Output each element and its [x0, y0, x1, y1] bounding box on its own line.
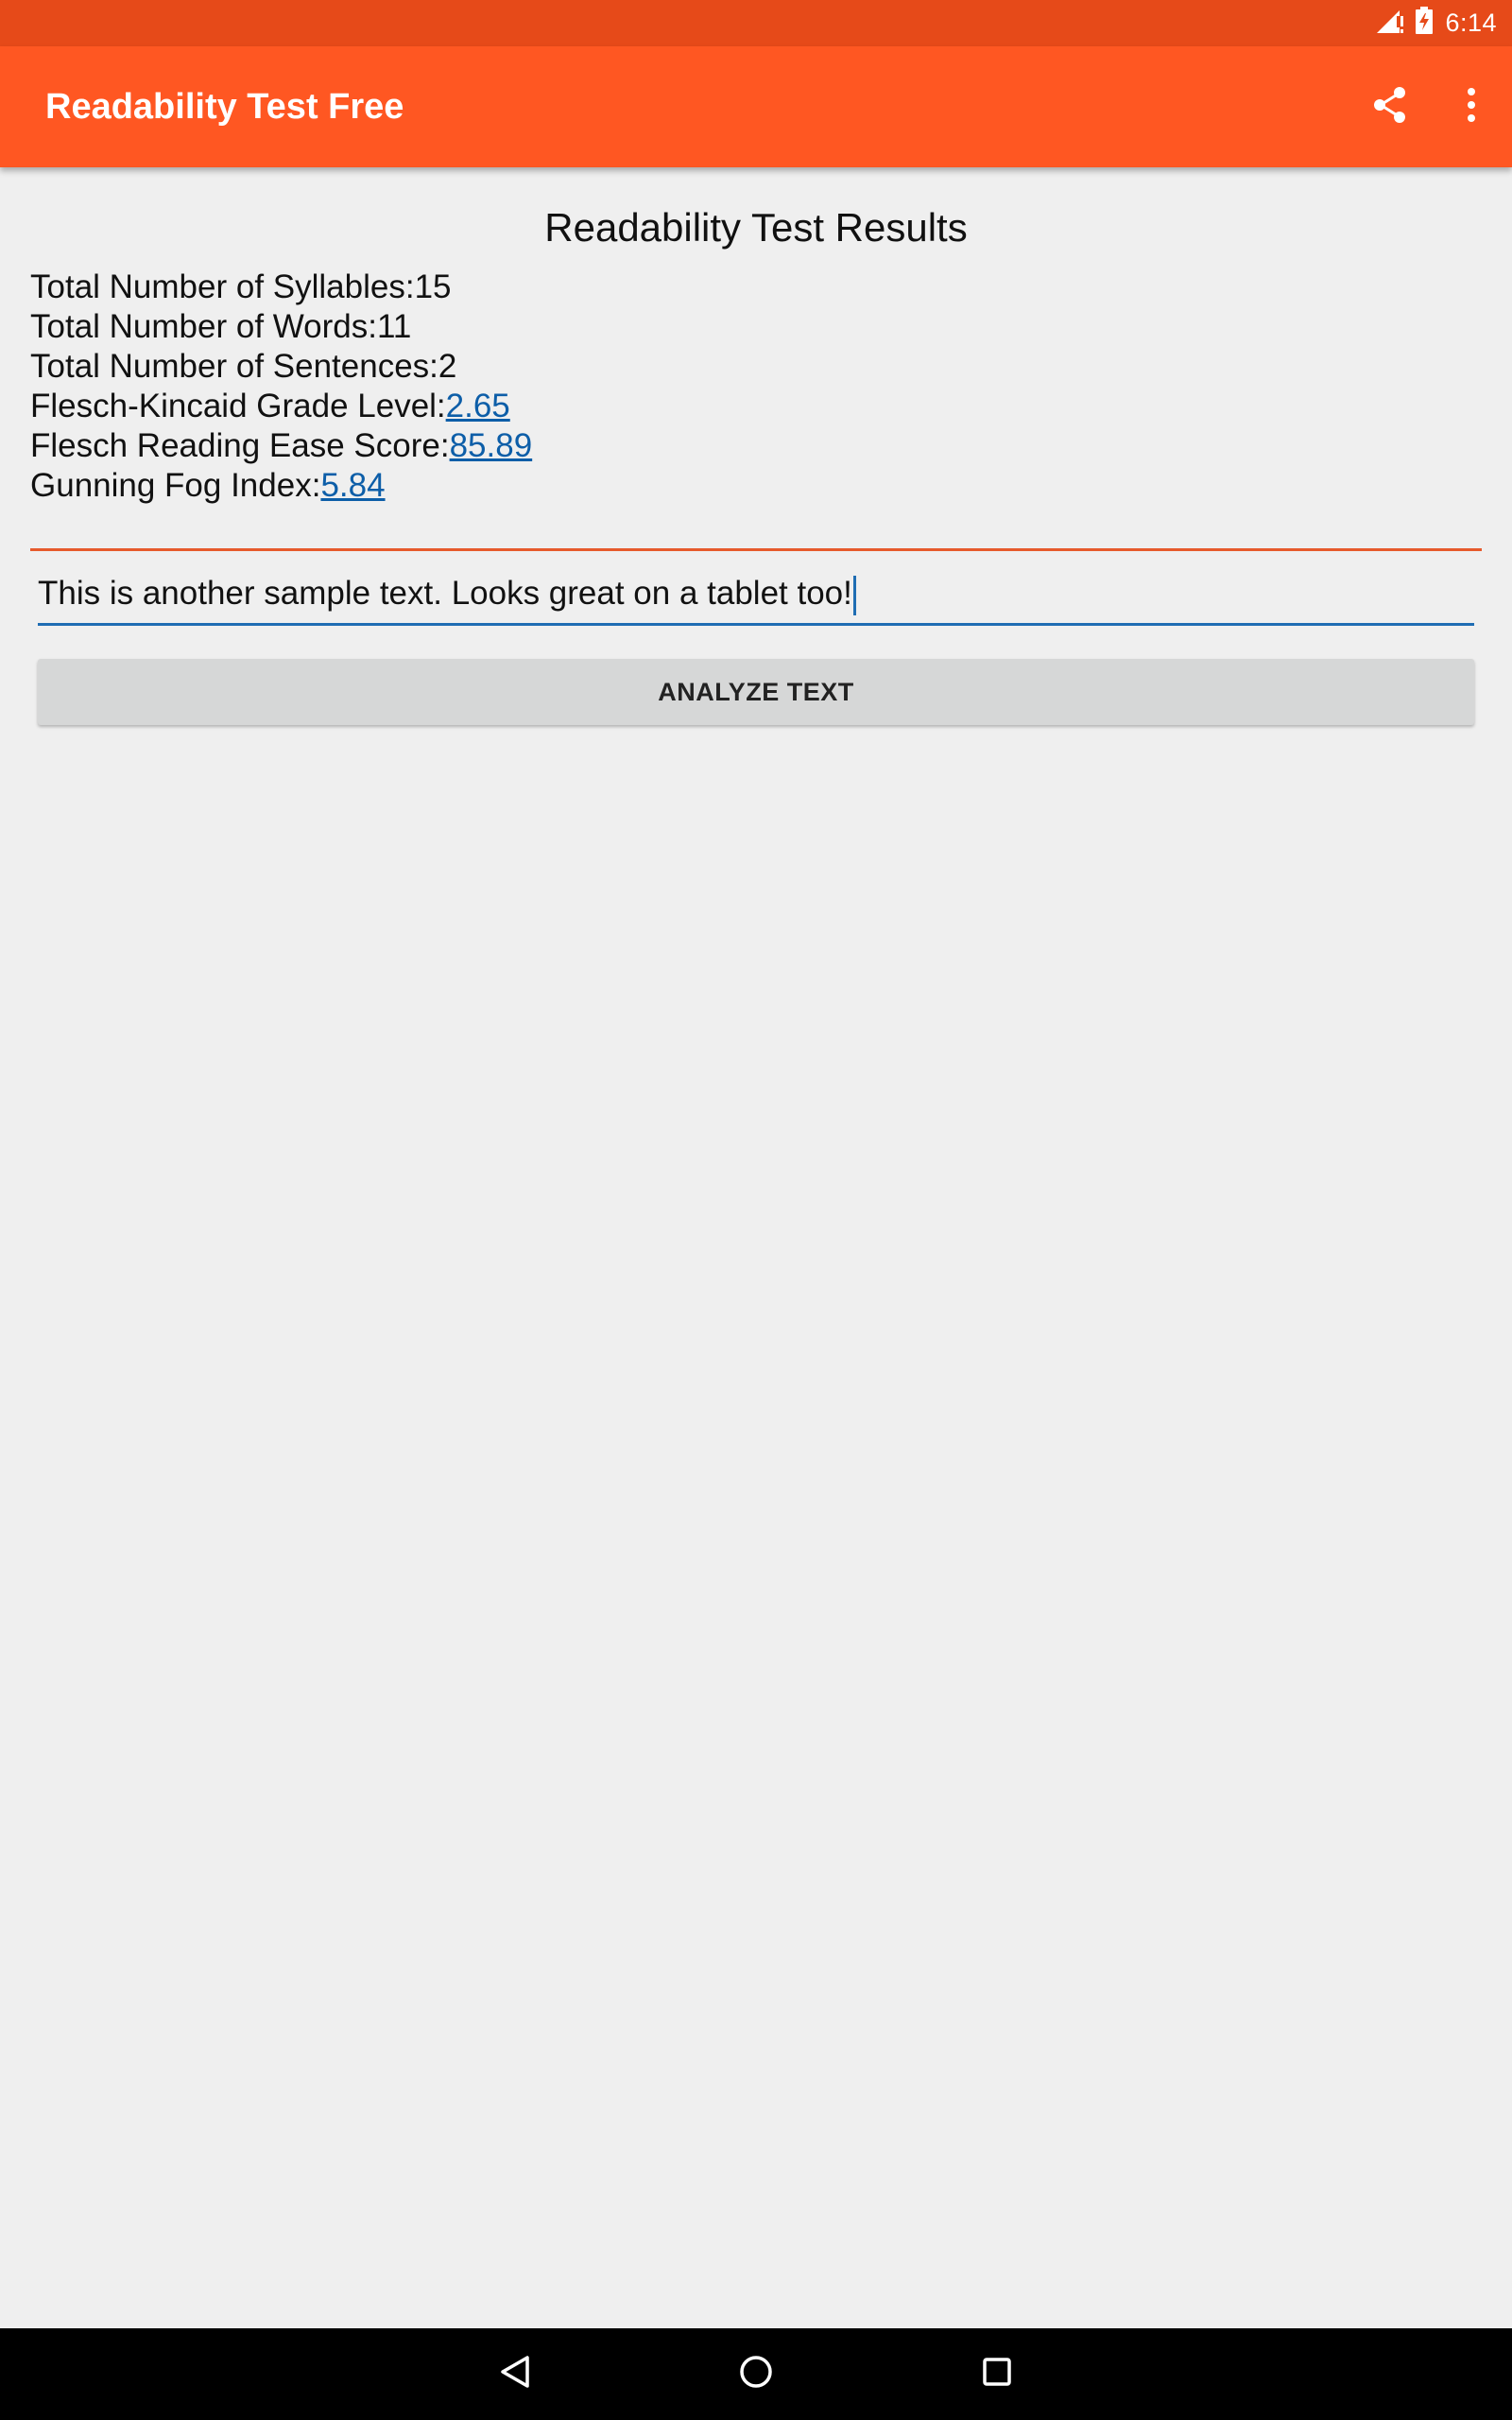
text-cursor: [852, 575, 856, 615]
text-input-value: This is another sample text. Looks great…: [38, 575, 852, 612]
words-row: Total Number of Words:11: [30, 307, 532, 347]
syllables-label: Total Number of Syllables:: [30, 268, 415, 305]
analyze-text-label: ANALYZE TEXT: [658, 677, 854, 706]
results-stats: Total Number of Syllables:15 Total Numbe…: [30, 268, 532, 506]
divider: [30, 548, 1482, 551]
signal-icon: [1375, 7, 1404, 40]
overflow-menu-button[interactable]: [1431, 46, 1512, 167]
overflow-menu-icon: [1466, 86, 1477, 129]
sentences-value: 2: [438, 348, 457, 385]
home-button[interactable]: [699, 2328, 813, 2420]
fog-index-row: Gunning Fog Index:5.84: [30, 466, 532, 506]
syllables-row: Total Number of Syllables:15: [30, 268, 532, 307]
sentences-row: Total Number of Sentences:2: [30, 347, 532, 387]
app-bar: Readability Test Free: [0, 46, 1512, 167]
fk-grade-link[interactable]: 2.65: [446, 388, 510, 424]
flesch-ease-label: Flesch Reading Ease Score:: [30, 427, 450, 464]
navigation-bar: [0, 2328, 1512, 2420]
battery-charging-icon: [1415, 7, 1434, 40]
flesch-ease-link[interactable]: 85.89: [450, 427, 533, 464]
recents-button[interactable]: [940, 2328, 1054, 2420]
status-time: 6:14: [1445, 9, 1497, 37]
app-bar-actions: [1349, 46, 1512, 167]
fk-grade-label: Flesch-Kincaid Grade Level:: [30, 388, 446, 424]
share-icon: [1370, 85, 1410, 130]
syllables-value: 15: [414, 268, 452, 305]
status-bar: 6:14: [0, 0, 1512, 46]
text-input[interactable]: This is another sample text. Looks great…: [38, 564, 1474, 626]
share-button[interactable]: [1349, 46, 1431, 167]
words-label: Total Number of Words:: [30, 308, 377, 345]
fog-index-label: Gunning Fog Index:: [30, 467, 321, 504]
app-title: Readability Test Free: [45, 87, 404, 127]
flesch-ease-row: Flesch Reading Ease Score:85.89: [30, 426, 532, 466]
home-icon: [737, 2353, 775, 2395]
fog-index-link[interactable]: 5.84: [320, 467, 385, 504]
fk-grade-row: Flesch-Kincaid Grade Level:2.65: [30, 387, 532, 426]
analyze-text-button[interactable]: ANALYZE TEXT: [38, 659, 1474, 725]
results-heading: Readability Test Results: [544, 205, 968, 250]
status-icons: 6:14: [1375, 0, 1497, 46]
back-icon: [497, 2353, 535, 2395]
back-button[interactable]: [459, 2328, 573, 2420]
sentences-label: Total Number of Sentences:: [30, 348, 438, 385]
words-value: 11: [377, 308, 412, 345]
recents-icon: [978, 2353, 1016, 2395]
